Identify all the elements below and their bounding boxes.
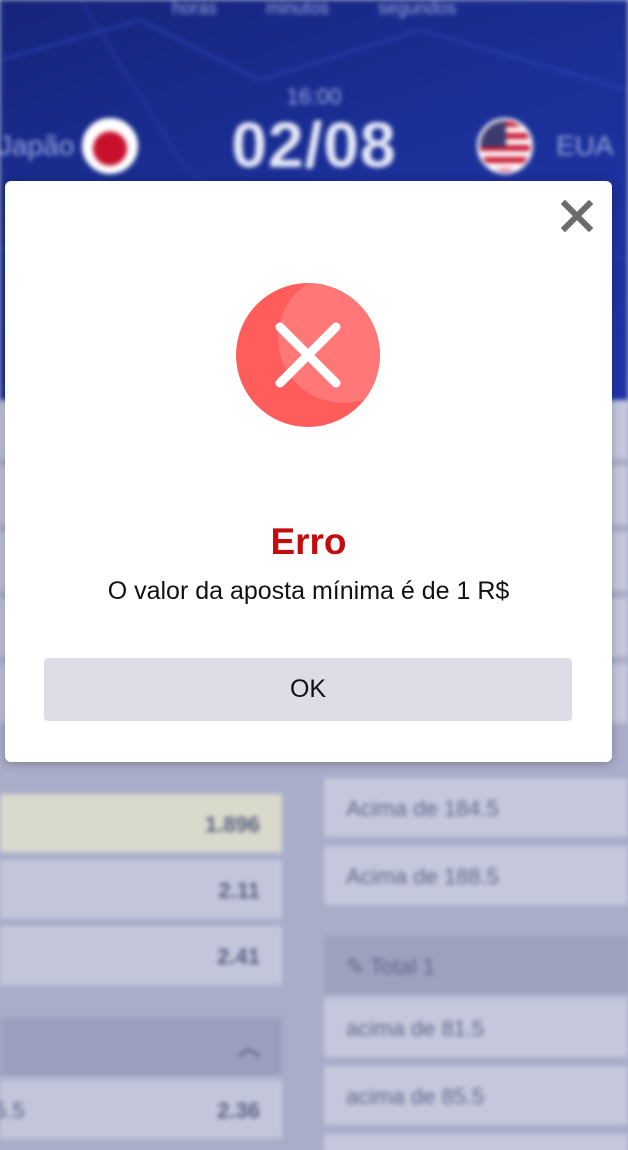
odds-row[interactable]: Acima de 184.5 bbox=[324, 778, 628, 838]
dialog-message: O valor da aposta mínima é de 1 R$ bbox=[107, 577, 510, 605]
odds-value: 1.896 bbox=[204, 812, 260, 837]
odds-row[interactable] bbox=[324, 1134, 628, 1150]
countdown-labels: horas minutos segundos bbox=[0, 0, 628, 19]
seconds-label: segundos bbox=[378, 0, 457, 18]
odds-value: 2.41 bbox=[217, 944, 260, 969]
error-dialog: Erro O valor da aposta mínima é de 1 R$ … bbox=[5, 181, 612, 762]
pin-icon: ✎ bbox=[346, 954, 371, 979]
odds-row[interactable]: acima de 81.5 bbox=[324, 998, 628, 1058]
japan-flag-icon bbox=[82, 118, 138, 174]
chevron-up-icon: ︿ bbox=[237, 1035, 260, 1060]
odds-label: 5.5 bbox=[0, 1098, 25, 1123]
close-icon bbox=[560, 199, 594, 233]
odds-row[interactable]: 5.5 2.36 bbox=[0, 1080, 282, 1140]
market-section-header[interactable]: ✎ Total 1 bbox=[324, 936, 628, 996]
odds-label: acima de 85.5 bbox=[346, 1084, 485, 1109]
section-title-text: Total 1 bbox=[370, 954, 435, 979]
odds-row[interactable]: Acima de 188.5 bbox=[324, 846, 628, 906]
odds-label: acima de 81.5 bbox=[346, 1016, 485, 1041]
odds-label: Acima de 188.5 bbox=[346, 864, 499, 889]
odds-row-selected[interactable]: 1.896 bbox=[0, 794, 282, 854]
team-right-name: EUA bbox=[556, 130, 614, 161]
team-left-name: Japão bbox=[0, 130, 75, 161]
ok-button[interactable]: OK bbox=[44, 658, 572, 721]
match-time: 16:00 bbox=[286, 84, 342, 109]
odds-label: Acima de 184.5 bbox=[346, 796, 499, 821]
odds-row[interactable]: 2.11 bbox=[0, 860, 282, 920]
market-section-header[interactable]: ︿ bbox=[0, 1018, 282, 1078]
minutes-label: minutos bbox=[265, 0, 329, 18]
app-viewport: horas minutos segundos 16:00 02/08 Japão… bbox=[0, 0, 628, 1150]
close-button[interactable] bbox=[560, 199, 594, 233]
usa-flag-icon bbox=[477, 118, 533, 174]
error-status-icon bbox=[236, 283, 380, 427]
section-title: ✎ Total 1 bbox=[346, 954, 435, 980]
odds-value: 2.36 bbox=[217, 1098, 260, 1123]
hours-label: horas bbox=[171, 0, 217, 18]
error-x-icon bbox=[275, 322, 341, 388]
odds-value: 2.11 bbox=[218, 878, 260, 903]
odds-row[interactable]: 2.41 bbox=[0, 926, 282, 986]
odds-row[interactable]: acima de 85.5 bbox=[324, 1066, 628, 1126]
dialog-title: Erro bbox=[270, 521, 347, 562]
